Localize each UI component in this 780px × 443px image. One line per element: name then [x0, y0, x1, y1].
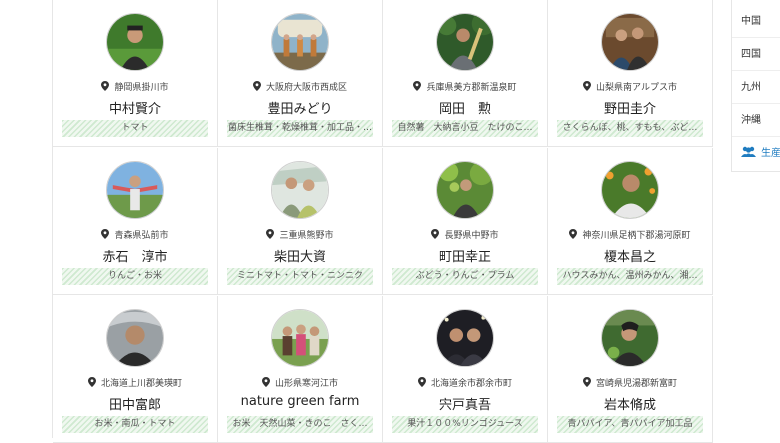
location-text: 静岡県掛川市 [114, 83, 169, 93]
producer-location: 北海道余市郡余市町 [383, 376, 547, 389]
map-pin-icon [266, 229, 275, 239]
producer-location: 大阪府大阪市西成区 [218, 80, 382, 93]
location-text: 山梨県南アルプス市 [596, 83, 677, 93]
producer-photo[interactable] [436, 13, 494, 71]
region-link-chugoku[interactable]: 中国 [732, 6, 780, 38]
producer-name[interactable]: 岩本脩成 [548, 394, 712, 413]
producer-card[interactable]: 静岡県掛川市 中村賢介 トマト [53, 0, 218, 147]
product-tag: ハウスみかん、温州みかん、湘… [557, 268, 703, 285]
producer-list-link[interactable]: 生産者 [732, 138, 780, 170]
map-pin-icon [413, 81, 422, 91]
producer-photo[interactable] [601, 13, 659, 71]
producer-photo[interactable] [436, 309, 494, 367]
producer-photo[interactable] [436, 161, 494, 219]
map-pin-icon [87, 377, 96, 387]
map-pin-icon [583, 81, 592, 91]
map-pin-icon [582, 377, 591, 387]
producer-photo[interactable] [271, 161, 329, 219]
producer-card[interactable]: 神奈川県足柄下郡湯河原町 榎本昌之 ハウスみかん、温州みかん、湘… [548, 148, 713, 295]
location-text: 神奈川県足柄下郡湯河原町 [582, 231, 691, 241]
producer-name[interactable]: nature green farm [218, 394, 382, 409]
producer-card[interactable]: 三重県熊野市 柴田大資 ミニトマト・トマト・ニンニク [218, 148, 383, 295]
producer-photo[interactable] [271, 13, 329, 71]
producer-photo[interactable] [106, 161, 164, 219]
people-icon [741, 146, 756, 157]
map-pin-icon [261, 377, 270, 387]
location-text: 北海道上川郡美瑛町 [100, 379, 182, 389]
location-text: 兵庫県美方郡新温泉町 [426, 83, 517, 93]
producer-name[interactable]: 町田幸正 [383, 246, 547, 265]
location-text: 大阪府大阪市西成区 [265, 83, 347, 93]
product-tag: りんご・お米 [62, 268, 208, 285]
producer-location: 青森県弘前市 [53, 228, 217, 241]
producer-location: 宮崎県児湯郡新富町 [548, 376, 712, 389]
producer-location: 静岡県掛川市 [53, 80, 217, 93]
product-tag: 自然薯 大納言小豆 たけのこ… [392, 120, 538, 137]
producer-name[interactable]: 岡田 勲 [383, 98, 547, 117]
map-pin-icon [252, 81, 261, 91]
producer-card[interactable]: 宮崎県児湯郡新富町 岩本脩成 青パパイア、青パパイア加工品 [548, 296, 713, 443]
producer-location: 北海道上川郡美瑛町 [53, 376, 217, 389]
producer-name[interactable]: 田中富郎 [53, 394, 217, 413]
product-tag: 青パパイア、青パパイア加工品 [557, 416, 703, 433]
producer-name[interactable]: 野田圭介 [548, 98, 712, 117]
producer-card[interactable]: 大阪府大阪市西成区 豊田みどり 菌床生椎茸・乾燥椎茸・加工品・… [218, 0, 383, 147]
product-tag: 菌床生椎茸・乾燥椎茸・加工品・… [227, 120, 373, 137]
location-text: 北海道余市郡余市町 [430, 379, 512, 389]
producer-photo[interactable] [106, 13, 164, 71]
region-link-okinawa[interactable]: 沖縄 [732, 105, 780, 137]
producer-card[interactable]: 長野県中野市 町田幸正 ぶどう・りんご・プラム [383, 148, 548, 295]
product-tag: お米・南瓜・トマト [62, 416, 208, 433]
location-text: 長野県中野市 [444, 231, 499, 241]
producer-location: 山梨県南アルプス市 [548, 80, 712, 93]
product-tag: トマト [62, 120, 208, 137]
region-link-shikoku[interactable]: 四国 [732, 39, 780, 71]
location-text: 青森県弘前市 [114, 231, 169, 241]
map-pin-icon [431, 229, 440, 239]
producer-location: 兵庫県美方郡新温泉町 [383, 80, 547, 93]
product-tag: ぶどう・りんご・プラム [392, 268, 538, 285]
producer-card[interactable]: 青森県弘前市 赤石 淳市 りんご・お米 [53, 148, 218, 295]
producer-list-label: 生産者 [761, 148, 780, 159]
producer-card[interactable]: 山梨県南アルプス市 野田圭介 さくらんぼ、桃、すもも、ぶど… [548, 0, 713, 147]
producer-photo[interactable] [601, 161, 659, 219]
location-text: 山形県寒河江市 [274, 379, 338, 389]
location-text: 宮崎県児湯郡新富町 [595, 379, 677, 389]
producer-name[interactable]: 柴田大資 [218, 246, 382, 265]
producer-card[interactable]: 山形県寒河江市 nature green farm お米 天然山菜・きのこ さく… [218, 296, 383, 443]
producer-card[interactable]: 北海道上川郡美瑛町 田中富郎 お米・南瓜・トマト [53, 296, 218, 443]
producer-name[interactable]: 榎本昌之 [548, 246, 712, 265]
producer-photo[interactable] [106, 309, 164, 367]
producer-location: 長野県中野市 [383, 228, 547, 241]
producer-photo[interactable] [271, 309, 329, 367]
product-tag: さくらんぼ、桃、すもも、ぶど… [557, 120, 703, 137]
region-sidebar: 中国 四国 九州 沖縄 生産者 [731, 0, 780, 172]
producer-name[interactable]: 中村賢介 [53, 98, 217, 117]
producer-card[interactable]: 北海道余市郡余市町 宍戸真吾 果汁１００%リンゴジュース [383, 296, 548, 443]
location-text: 三重県熊野市 [279, 231, 334, 241]
producer-card[interactable]: 兵庫県美方郡新温泉町 岡田 勲 自然薯 大納言小豆 たけのこ… [383, 0, 548, 147]
product-tag: 果汁１００%リンゴジュース [392, 416, 538, 433]
producer-location: 神奈川県足柄下郡湯河原町 [548, 228, 712, 241]
producer-location: 三重県熊野市 [218, 228, 382, 241]
producer-location: 山形県寒河江市 [218, 376, 382, 389]
producer-name[interactable]: 豊田みどり [218, 98, 382, 117]
producer-name[interactable]: 宍戸真吾 [383, 394, 547, 413]
map-pin-icon [417, 377, 426, 387]
region-link-kyushu[interactable]: 九州 [732, 72, 780, 104]
producer-name[interactable]: 赤石 淳市 [53, 246, 217, 265]
product-tag: ミニトマト・トマト・ニンニク [227, 268, 373, 285]
map-pin-icon [101, 229, 110, 239]
product-tag: お米 天然山菜・きのこ さく… [227, 416, 373, 433]
map-pin-icon [569, 229, 578, 239]
map-pin-icon [101, 81, 110, 91]
producer-grid: 静岡県掛川市 中村賢介 トマト 大阪府大阪市西成区 豊田みどり 菌床生椎茸・乾燥… [52, 0, 715, 443]
producer-photo[interactable] [601, 309, 659, 367]
